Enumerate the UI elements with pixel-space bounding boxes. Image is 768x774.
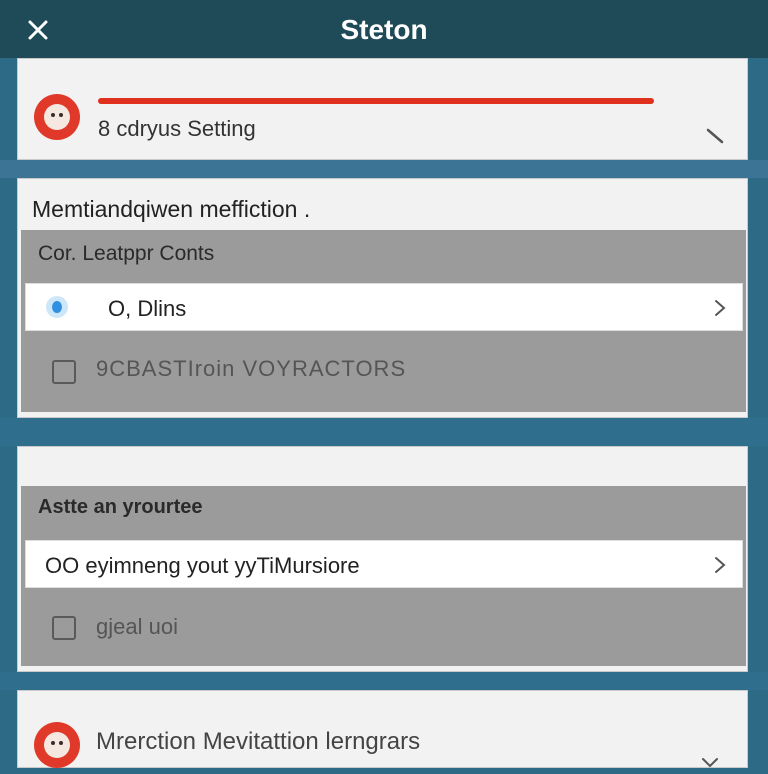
chevron-icon[interactable] <box>704 124 726 146</box>
chevron-down-icon[interactable] <box>700 756 720 768</box>
profile-setting-label: 8 cdryus Setting <box>98 116 256 141</box>
group-label-1: Cor. Leatppr Conts <box>38 242 215 265</box>
avatar-face-icon <box>44 732 70 758</box>
chevron-right-icon <box>712 555 728 575</box>
checkbox-2[interactable] <box>52 616 76 640</box>
avatar <box>34 94 80 140</box>
section-divider <box>0 672 768 690</box>
radio-icon[interactable] <box>46 296 68 318</box>
avatar-bottom <box>34 722 80 768</box>
chevron-right-icon <box>712 298 728 318</box>
bottom-item-label: Mrerction Mevitattion lerngrars <box>96 728 421 755</box>
checkbox-label-1: 9CBASTIroin VOYRACTORS <box>96 356 407 381</box>
preference-row[interactable]: OO eyimneng yout yyTiMursiore <box>25 540 743 588</box>
section-heading: Memtiandqiwen meffiction . <box>32 196 311 222</box>
profile-card[interactable] <box>17 58 748 160</box>
top-app-bar: Steton <box>0 0 768 58</box>
checkbox-1[interactable] <box>52 360 76 384</box>
options-row-label: O, Dlins <box>108 296 187 321</box>
options-row[interactable]: O, Dlins <box>25 283 743 331</box>
section-divider <box>0 418 768 446</box>
checkbox-label-2: gjeal uoi <box>96 614 178 639</box>
group-label-2: Astte an yrourtee <box>38 496 203 518</box>
avatar-face-icon <box>44 104 70 130</box>
preference-row-label: OO eyimneng yout yyTiMursiore <box>45 553 360 578</box>
page-title: Steton <box>340 14 428 45</box>
section-divider <box>0 160 768 178</box>
red-accent-line <box>98 98 654 104</box>
